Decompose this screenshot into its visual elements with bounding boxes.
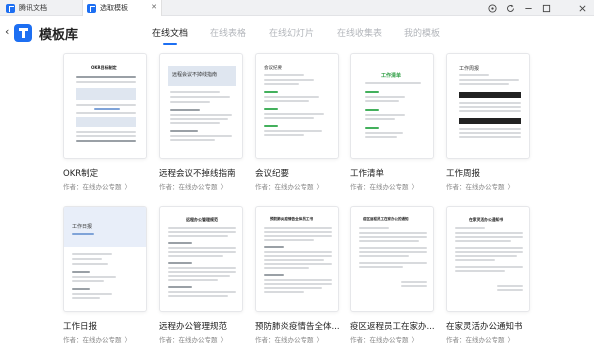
template-thumbnail[interactable]: 远程办公管理规范 [159,206,243,312]
author-name: 作者：在线办公专题 [350,336,409,344]
tab-online-slides[interactable]: 在线幻灯片 [269,26,314,39]
tab-online-sheets[interactable]: 在线表格 [210,26,246,39]
thumbnail-heading: 在家灵活办公通知书 [469,217,504,222]
target-icon[interactable] [484,0,500,16]
tab-my-templates[interactable]: 我的模板 [404,26,440,39]
refresh-icon[interactable] [502,0,518,16]
chevron-right-icon: 〉 [124,336,132,344]
author-name: 作者：在线办公专题 [255,336,314,344]
template-title[interactable]: 在家灵活办公通知书 [446,320,541,332]
template-author[interactable]: 作者：在线办公专题〉 [350,181,445,191]
template-author[interactable]: 作者：在线办公专题〉 [255,181,350,191]
template-thumbnail[interactable]: 疫区返程员工在家办公的通知 [350,206,434,312]
template-author[interactable]: 作者：在线办公专题〉 [446,334,541,344]
thumbnail-heading: 预防肺炎疫情告全体员工书 [270,217,314,221]
author-name: 作者：在线办公专题 [63,183,122,191]
template-title[interactable]: 工作日报 [63,320,158,332]
thumbnail-heading: 会议纪要 [264,66,282,71]
template-author[interactable]: 作者：在线办公专题〉 [255,334,350,344]
chevron-right-icon: 〉 [124,183,132,191]
minimize-icon[interactable] [520,0,536,16]
template-author[interactable]: 作者：在线办公专题〉 [446,181,541,191]
template-author[interactable]: 作者：在线办公专题〉 [159,181,254,191]
tab-online-forms[interactable]: 在线收集表 [337,26,382,39]
template-library-logo-icon [14,24,32,42]
template-author[interactable]: 作者：在线办公专题〉 [63,334,158,344]
chevron-right-icon: 〉 [220,336,228,344]
chevron-right-icon: 〉 [220,183,228,191]
template-title[interactable]: 远程办公管理规范 [159,320,254,332]
thumbnail-heading: 工作周报 [459,66,480,72]
template-thumbnail[interactable]: 工作周报 [446,53,530,159]
thumbnail-heading: 远程办公管理规范 [186,217,218,222]
tencent-docs-logo-icon [6,3,15,13]
window-tab-label: 选取模板 [100,4,128,12]
template-author[interactable]: 作者：在线办公专题〉 [350,334,445,344]
chevron-right-icon: 〉 [316,336,324,344]
author-name: 作者：在线办公专题 [446,336,505,344]
template-title[interactable]: OKR制定 [63,167,158,179]
tab-close-icon[interactable]: ✕ [151,3,157,11]
maximize-icon[interactable] [538,0,554,16]
close-icon[interactable] [574,0,590,16]
thumbnail-heading: 工作日报 [72,224,93,230]
window-titlebar: 腾讯文档 选取模板 ✕ [0,0,594,16]
window-tab-tencent-docs[interactable]: 腾讯文档 [4,0,82,16]
page-header: ‹ 模板库 在线文档 在线表格 在线幻灯片 在线收集表 我的模板 [0,16,594,50]
tencent-docs-logo-icon [87,3,96,13]
template-title[interactable]: 预防肺炎疫情告全体... [255,320,350,332]
template-thumbnail[interactable]: 在家灵活办公通知书 [446,206,530,312]
author-name: 作者：在线办公专题 [255,183,314,191]
template-title[interactable]: 工作周报 [446,167,541,179]
window-tab-select-template[interactable]: 选取模板 ✕ [82,0,162,16]
chevron-right-icon: 〉 [411,336,419,344]
template-author[interactable]: 作者：在线办公专题〉 [63,181,158,191]
template-title[interactable]: 会议纪要 [255,167,350,179]
template-grid: OKR目标制定 OKR制定 作者：在线办公专题〉 远程会议不掉线指南 远程会议不… [0,50,594,350]
thumbnail-heading: 工作清单 [381,73,402,79]
template-thumbnail[interactable]: 工作日报 [63,206,147,312]
chevron-right-icon: 〉 [411,183,419,191]
author-name: 作者：在线办公专题 [350,183,409,191]
template-thumbnail[interactable]: 远程会议不掉线指南 [159,53,243,159]
template-title[interactable]: 工作清单 [350,167,445,179]
template-thumbnail[interactable]: OKR目标制定 [63,53,147,159]
author-name: 作者：在线办公专题 [63,336,122,344]
thumbnail-heading: 疫区返程员工在家办公的通知 [363,217,409,221]
chevron-right-icon: 〉 [507,183,515,191]
author-name: 作者：在线办公专题 [159,336,218,344]
page-title: 模板库 [39,28,79,43]
window-tab-label: 腾讯文档 [19,4,47,12]
author-name: 作者：在线办公专题 [446,183,505,191]
thumbnail-heading: OKR目标制定 [91,65,117,70]
chevron-right-icon: 〉 [507,336,515,344]
template-title[interactable]: 远程会议不掉线指南 [159,167,254,179]
thumbnail-heading: 远程会议不掉线指南 [172,72,218,78]
template-thumbnail[interactable]: 工作清单 [350,53,434,159]
template-author[interactable]: 作者：在线办公专题〉 [159,334,254,344]
template-title[interactable]: 疫区返程员工在家办... [350,320,445,332]
chevron-right-icon: 〉 [316,183,324,191]
author-name: 作者：在线办公专题 [159,183,218,191]
back-chevron-icon[interactable]: ‹ [5,25,9,38]
template-thumbnail[interactable]: 会议纪要 [255,53,339,159]
template-thumbnail[interactable]: 预防肺炎疫情告全体员工书 [255,206,339,312]
tab-online-docs[interactable]: 在线文档 [152,26,188,45]
